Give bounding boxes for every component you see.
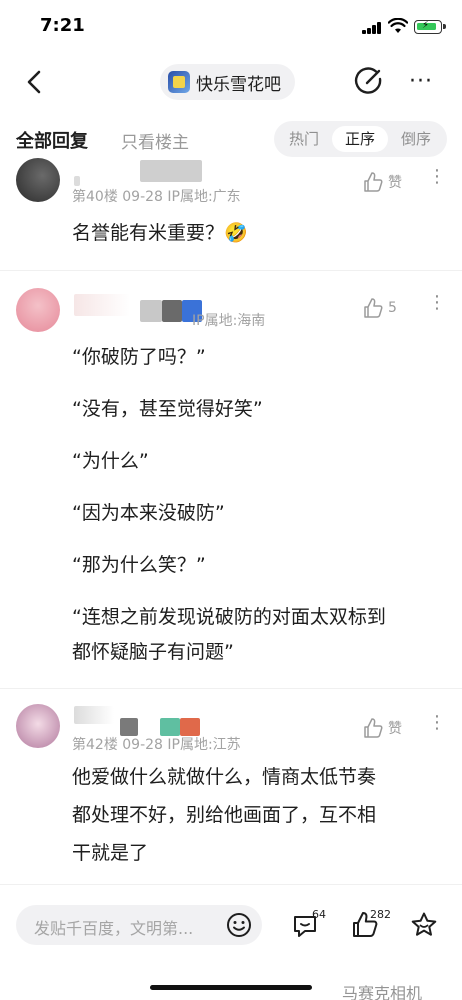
star-icon[interactable] xyxy=(409,910,439,940)
like-button[interactable]: 赞 xyxy=(362,170,422,194)
post-meta: IP属地:海南 xyxy=(192,313,266,329)
edit-icon[interactable] xyxy=(354,66,384,96)
like-button[interactable]: 赞 xyxy=(362,716,422,740)
post-text-line: 名誉能有米重要？🤣 xyxy=(72,222,248,244)
blurred-username xyxy=(74,706,114,724)
tab-op-only[interactable]: 只看楼主 xyxy=(121,128,189,153)
like-count: 5 xyxy=(388,300,397,316)
like-label: 赞 xyxy=(388,721,402,737)
back-arrow-icon[interactable] xyxy=(22,68,48,96)
battery-icon: ⚡ xyxy=(414,20,446,34)
blurred-username xyxy=(74,176,80,186)
post-text-line: “为什么” xyxy=(72,450,149,472)
like-count: 282 xyxy=(370,908,391,921)
sort-ascending-option[interactable]: 正序 xyxy=(332,126,388,152)
sort-hot-option[interactable]: 热门 xyxy=(276,126,332,152)
forum-name: 快乐雪花吧 xyxy=(196,74,281,95)
post-text-line: “你破防了吗？” xyxy=(72,346,206,368)
post-text-line: “因为本来没破防” xyxy=(72,502,225,524)
user-avatar[interactable] xyxy=(16,288,60,332)
wifi-icon xyxy=(388,18,408,33)
cellular-signal-icon xyxy=(362,22,382,34)
post-text-line: “连想之前发现说破防的对面太双标到 xyxy=(72,606,386,628)
home-indicator xyxy=(150,985,312,990)
blurred-badge xyxy=(140,160,202,182)
post-more-icon[interactable]: ⋮ xyxy=(428,168,446,196)
post-text-line: “那为什么笑？” xyxy=(72,554,206,576)
post-text-line: 他爱做什么就做什么，情商太低节奏 xyxy=(72,766,377,788)
thumbs-up-icon xyxy=(364,718,383,738)
post-meta: 第40楼 09-28 IP属地:广东 xyxy=(72,189,241,205)
post-text-line: “没有，甚至觉得好笑” xyxy=(72,398,263,420)
forum-avatar xyxy=(168,71,190,93)
more-options-icon[interactable]: ··· xyxy=(409,69,439,94)
reply-input[interactable]: 发贴千百度，文明第... xyxy=(16,905,262,945)
like-button[interactable]: 5 xyxy=(362,296,422,320)
post-divider xyxy=(0,688,462,689)
post-more-icon[interactable]: ⋮ xyxy=(428,714,446,742)
post-text-line: 干就是了 xyxy=(72,842,149,864)
bottom-reply-bar: 发贴千百度，文明第... 64 282 马赛克相机 xyxy=(0,884,462,1000)
blurred-username xyxy=(74,294,130,316)
watermark-text: 马赛克相机 xyxy=(342,984,423,1000)
status-time: 7:21 xyxy=(40,15,85,36)
post-meta: 第42楼 09-28 IP属地:江苏 xyxy=(72,737,241,753)
post-text-line: 都处理不好，别给他画面了，互不相 xyxy=(72,804,377,826)
post-text-line: 都怀疑脑子有问题” xyxy=(72,641,234,663)
user-avatar[interactable] xyxy=(16,704,60,748)
post-divider xyxy=(0,270,462,271)
emoji-icon[interactable] xyxy=(224,910,254,940)
reply-post: 第40楼 09-28 IP属地:广东 赞 ⋮ 名誉能有米重要？🤣 xyxy=(0,158,462,262)
thumbs-up-icon xyxy=(364,298,383,318)
top-nav: 快乐雪花吧 ··· xyxy=(0,52,462,110)
thumbs-up-icon xyxy=(364,172,383,192)
reply-placeholder: 发贴千百度，文明第... xyxy=(34,919,194,938)
reply-filter-tabs: 全部回复 只看楼主 热门 正序 倒序 xyxy=(0,116,462,162)
comment-count: 64 xyxy=(312,908,326,921)
forum-title-pill[interactable]: 快乐雪花吧 xyxy=(160,64,295,100)
reply-post: 第42楼 09-28 IP属地:江苏 赞 ⋮ 他爱做什么就做什么，情商太低节奏 … xyxy=(0,696,462,886)
blurred-badge xyxy=(162,300,182,322)
like-label: 赞 xyxy=(388,175,402,191)
sort-descending-option[interactable]: 倒序 xyxy=(388,126,444,152)
reply-post: IP属地:海南 5 ⋮ “你破防了吗？” “没有，甚至觉得好笑” “为什么” “… xyxy=(0,280,462,680)
tab-all-replies[interactable]: 全部回复 xyxy=(16,127,88,153)
post-more-icon[interactable]: ⋮ xyxy=(428,294,446,322)
blurred-badge xyxy=(140,300,162,322)
sort-toggle: 热门 正序 倒序 xyxy=(274,121,447,157)
user-avatar[interactable] xyxy=(16,158,60,202)
status-bar: 7:21 ⚡ xyxy=(0,0,462,52)
